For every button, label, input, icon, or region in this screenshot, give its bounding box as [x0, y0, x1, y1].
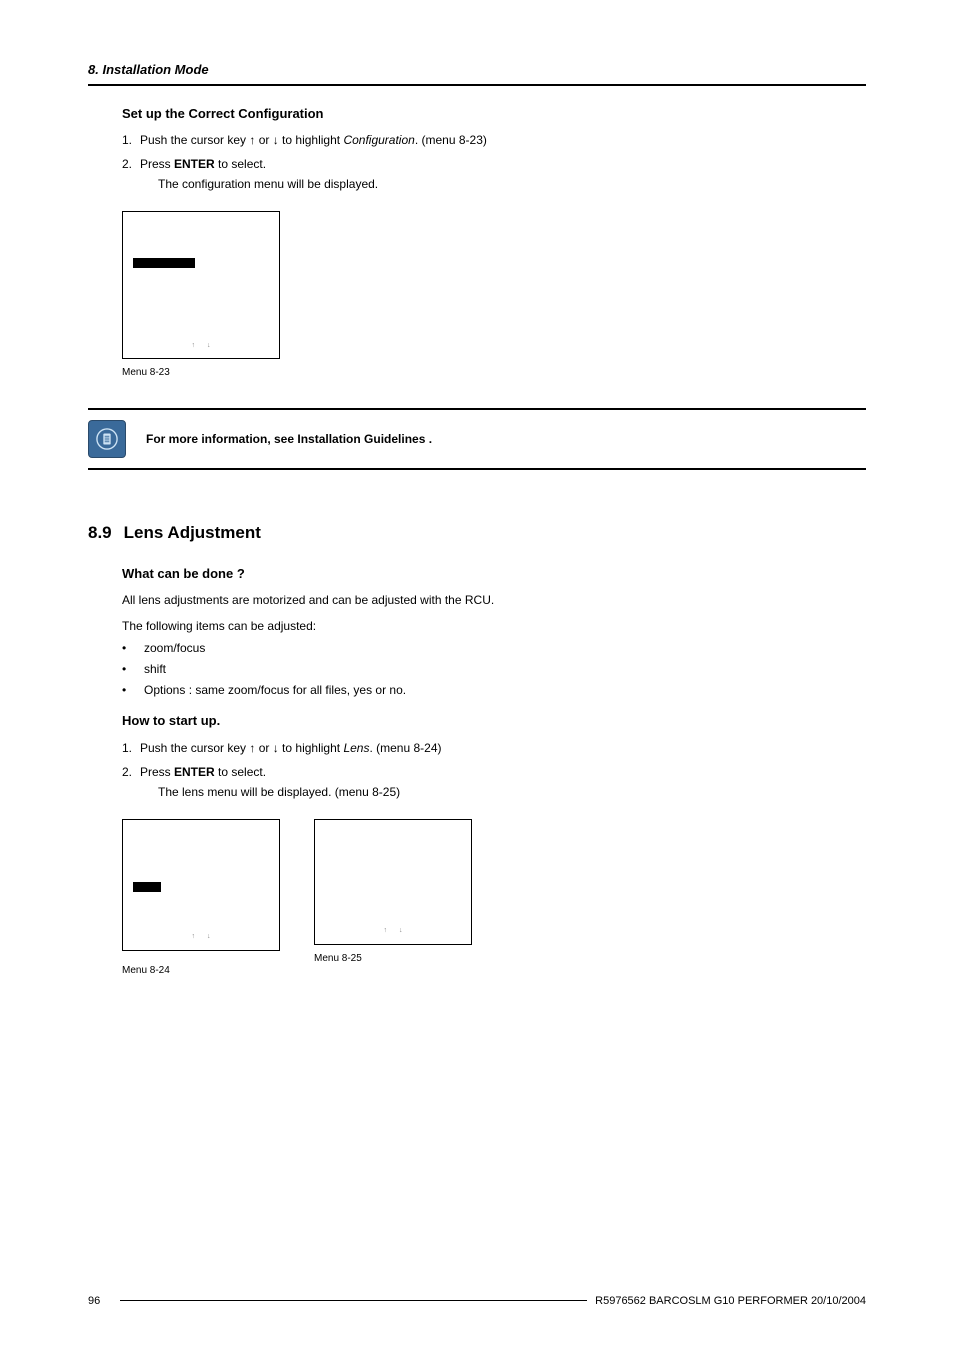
list-item: 1. Push the cursor key ↑ or ↓ to highlig…: [122, 739, 866, 757]
section-8-9-title: 8.9 Lens Adjustment: [88, 520, 866, 546]
lens-section: What can be done ? All lens adjustments …: [122, 564, 866, 978]
step-number: 1.: [122, 739, 140, 757]
menu-footer-row: ↑ ↓: [133, 341, 269, 350]
document-icon: [88, 420, 126, 458]
list-item: 1. Push the cursor key ↑ or ↓ to highlig…: [122, 131, 866, 149]
text: Options : same zoom/focus for all files,…: [144, 681, 406, 699]
bullet-icon: •: [122, 681, 144, 699]
chapter-heading: 8. Installation Mode: [88, 60, 866, 80]
config-steps: 1. Push the cursor key ↑ or ↓ to highlig…: [122, 131, 866, 205]
config-section: Set up the Correct Configuration 1. Push…: [122, 104, 866, 381]
paragraph: The following items can be adjusted:: [122, 617, 866, 635]
bold-term: ENTER: [174, 157, 215, 171]
footer-rule: [120, 1300, 587, 1301]
step-note: The configuration menu will be displayed…: [158, 175, 866, 193]
info-note-text: For more information, see Installation G…: [146, 430, 432, 448]
footer-doc-id: R5976562 BARCOSLM G10 PERFORMER 20/10/20…: [595, 1293, 866, 1310]
text: Press: [140, 157, 174, 171]
how-steps: 1. Push the cursor key ↑ or ↓ to highlig…: [122, 739, 866, 813]
text: shift: [144, 660, 166, 678]
menu-8-24-caption: Menu 8-24: [122, 963, 280, 978]
how-title: How to start up.: [122, 711, 866, 731]
menu-footer-row: ↑ ↓: [325, 926, 461, 935]
arrow-up-icon: ↑: [192, 341, 196, 350]
arrow-down-icon: ↓: [399, 926, 403, 935]
step-number: 2.: [122, 155, 140, 205]
menu-8-25-caption: Menu 8-25: [314, 951, 472, 966]
step-text: Push the cursor key ↑ or ↓ to highlight …: [140, 739, 866, 757]
menu-8-24-col: ↑ ↓ Menu 8-24: [122, 819, 280, 978]
menu-highlight-bar: [133, 882, 161, 892]
menu-row: ↑ ↓ Menu 8-24 ↑ ↓ Menu 8-25: [122, 819, 866, 978]
info-note-block: For more information, see Installation G…: [88, 408, 866, 470]
menu-footer-row: ↑ ↓: [133, 932, 269, 941]
bullet-icon: •: [122, 660, 144, 678]
step-note: The lens menu will be displayed. (menu 8…: [158, 783, 866, 801]
header-rule: [88, 84, 866, 86]
paragraph: All lens adjustments are motorized and c…: [122, 591, 866, 609]
text: to select.: [215, 765, 266, 779]
list-item: •shift: [122, 660, 866, 678]
menu-8-25-col: ↑ ↓ Menu 8-25: [314, 819, 472, 966]
arrow-down-icon: ↓: [207, 341, 211, 350]
menu-8-23-caption: Menu 8-23: [122, 365, 866, 380]
config-title: Set up the Correct Configuration: [122, 104, 866, 124]
section-number: 8.9: [88, 520, 112, 546]
italic-term: Lens: [343, 741, 369, 755]
arrow-down-icon: ↓: [207, 932, 211, 941]
arrow-up-icon: ↑: [192, 932, 196, 941]
section-name: Lens Adjustment: [124, 520, 261, 546]
menu-highlight-bar: [133, 258, 195, 268]
step-text: Push the cursor key ↑ or ↓ to highlight …: [140, 131, 866, 149]
text: Press: [140, 765, 174, 779]
text: Push the cursor key ↑ or ↓ to highlight: [140, 133, 343, 147]
what-title: What can be done ?: [122, 564, 866, 584]
list-item: •zoom/focus: [122, 639, 866, 657]
bold-term: ENTER: [174, 765, 215, 779]
text: to select.: [215, 157, 266, 171]
arrow-up-icon: ↑: [384, 926, 388, 935]
step-text: Press ENTER to select. The lens menu wil…: [140, 763, 866, 813]
list-item: 2. Press ENTER to select. The configurat…: [122, 155, 866, 205]
step-number: 2.: [122, 763, 140, 813]
text: Push the cursor key ↑ or ↓ to highlight: [140, 741, 343, 755]
step-number: 1.: [122, 131, 140, 149]
menu-8-25-box: ↑ ↓: [314, 819, 472, 945]
step-text: Press ENTER to select. The configuration…: [140, 155, 866, 205]
menu-8-24-box: ↑ ↓: [122, 819, 280, 951]
text: . (menu 8-23): [415, 133, 487, 147]
italic-term: Configuration: [343, 133, 414, 147]
bullet-icon: •: [122, 639, 144, 657]
text: . (menu 8-24): [369, 741, 441, 755]
page-number: 96: [88, 1293, 100, 1310]
bullet-list: •zoom/focus •shift •Options : same zoom/…: [122, 639, 866, 699]
list-item: •Options : same zoom/focus for all files…: [122, 681, 866, 699]
text: zoom/focus: [144, 639, 205, 657]
menu-8-23-box: ↑ ↓: [122, 211, 280, 359]
list-item: 2. Press ENTER to select. The lens menu …: [122, 763, 866, 813]
page-footer: 96 R5976562 BARCOSLM G10 PERFORMER 20/10…: [88, 1293, 866, 1310]
menu-8-23-col: ↑ ↓ Menu 8-23: [122, 211, 866, 380]
